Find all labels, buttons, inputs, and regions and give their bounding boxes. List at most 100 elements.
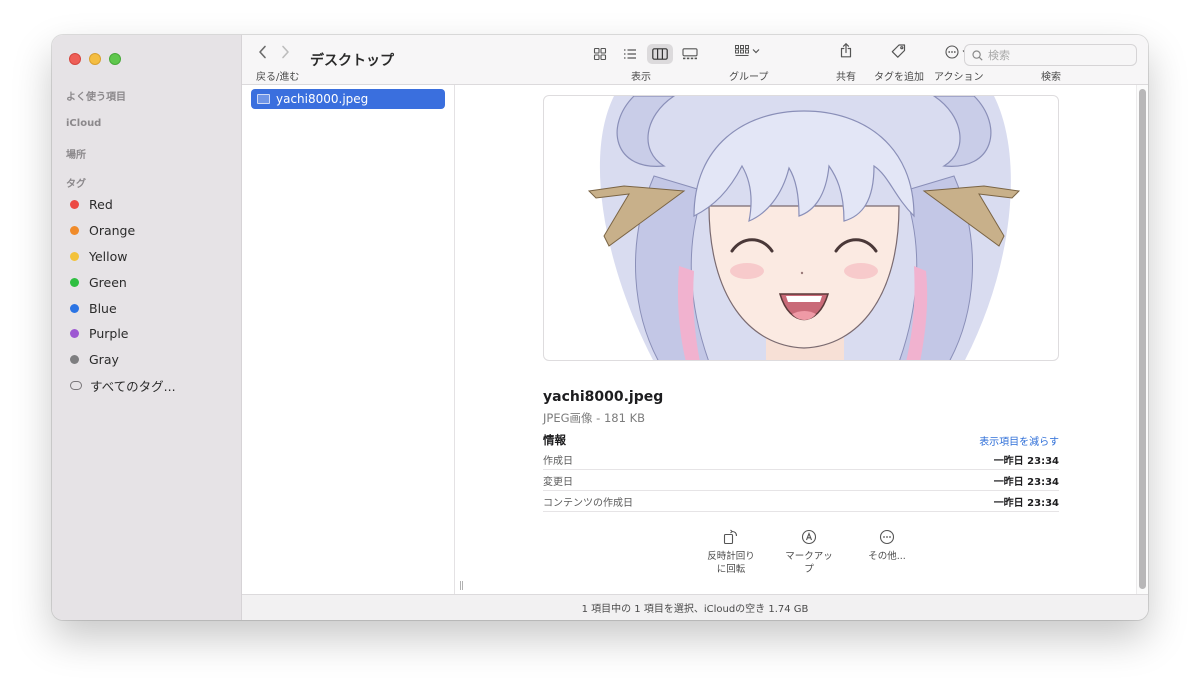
info-row-modified: 変更日 一昨日 23:34 [543, 470, 1059, 491]
tag-list: Red Orange Yellow Green Blue Purple Gray… [52, 192, 242, 398]
sidebar: よく使う項目 iCloud 場所 タグ Red Orange Yellow Gr… [52, 35, 242, 620]
yellow-tag-dot-icon [70, 251, 79, 261]
show-less-link[interactable]: 表示項目を減らす [979, 433, 1059, 448]
minimize-button[interactable] [89, 53, 101, 65]
sidebar-section-favorites[interactable]: よく使う項目 [66, 88, 126, 103]
column-resize-handle[interactable]: || [459, 581, 464, 591]
forward-button[interactable] [280, 45, 290, 62]
purple-tag-dot-icon [70, 329, 79, 339]
icon-view-button[interactable] [587, 44, 613, 64]
info-heading: 情報 [543, 433, 566, 447]
action-icon [945, 45, 959, 59]
info-key: 変更日 [543, 476, 573, 488]
tag-label: すべてのタグ... [90, 378, 176, 394]
more-icon [879, 529, 895, 545]
info-table: 作成日 一昨日 23:34 変更日 一昨日 23:34 コンテンツの作成日 一昨… [543, 449, 1059, 512]
sidebar-item-tag-green[interactable]: Green [52, 269, 242, 295]
scrollbar-thumb[interactable] [1139, 89, 1146, 589]
tag-label: Green [89, 274, 127, 290]
preview-kind: JPEG画像 - 181 KB [543, 411, 646, 425]
file-name: yachi8000.jpeg [276, 92, 369, 106]
preview-filename: yachi8000.jpeg [543, 389, 664, 405]
zoom-button[interactable] [109, 53, 121, 65]
sidebar-section-tags[interactable]: タグ [66, 175, 86, 190]
tag-icon [891, 44, 906, 58]
column-view-button[interactable] [647, 44, 673, 64]
gray-tag-dot-icon [70, 355, 79, 365]
status-bar: 1 項目中の 1 項目を選択、iCloudの空き 1.74 GB [242, 594, 1148, 620]
info-key: 作成日 [543, 455, 573, 467]
sidebar-item-tag-yellow[interactable]: Yellow [52, 244, 242, 270]
chevron-down-icon [752, 49, 760, 54]
orange-tag-dot-icon [70, 226, 79, 236]
quick-actions: 反時計回り に回転 マークアップ その他... [703, 529, 915, 576]
back-button[interactable] [258, 45, 268, 62]
markup-icon [801, 529, 817, 545]
red-tag-dot-icon [70, 200, 79, 210]
info-row-created: 作成日 一昨日 23:34 [543, 449, 1059, 470]
all-tags-icon [70, 380, 82, 390]
sidebar-item-tag-red[interactable]: Red [52, 192, 242, 218]
info-key: コンテンツの作成日 [543, 497, 633, 509]
search-input[interactable] [988, 48, 1128, 62]
action-label: アクション [934, 72, 984, 83]
tag-label: Yellow [89, 248, 128, 264]
add-tag-button[interactable] [891, 44, 906, 59]
list-view-icon [624, 49, 636, 59]
close-button[interactable] [69, 53, 81, 65]
sidebar-item-tag-blue[interactable]: Blue [52, 295, 242, 321]
file-row-selected[interactable]: yachi8000.jpeg [251, 89, 445, 109]
image-file-icon [257, 94, 270, 104]
anime-girl-illustration [587, 96, 1021, 360]
file-column: yachi8000.jpeg [242, 85, 455, 594]
gallery-view-icon [682, 48, 698, 60]
info-value: 一昨日 23:34 [993, 455, 1059, 467]
info-value: 一昨日 23:34 [993, 497, 1059, 509]
info-row-content-created: コンテンツの作成日 一昨日 23:34 [543, 491, 1059, 512]
search-field[interactable] [964, 44, 1137, 66]
list-view-button[interactable] [617, 44, 643, 64]
markup-button[interactable]: マークアップ [781, 529, 837, 576]
sidebar-item-tag-orange[interactable]: Orange [52, 218, 242, 244]
preview-scrollbar[interactable] [1136, 85, 1148, 594]
share-icon [840, 43, 852, 58]
blue-tag-dot-icon [70, 303, 79, 313]
group-button[interactable] [735, 45, 760, 57]
sidebar-item-tag-purple[interactable]: Purple [52, 321, 242, 347]
rotate-left-button[interactable]: 反時計回り に回転 [703, 529, 759, 576]
info-value: 一昨日 23:34 [993, 476, 1059, 488]
nav-buttons [258, 45, 290, 62]
action-label: その他... [868, 551, 906, 562]
group-label: グループ [729, 72, 769, 83]
window-controls [69, 53, 121, 65]
column-view-icon [652, 48, 668, 60]
view-mode-group [587, 44, 703, 64]
action-label: 反時計回り に回転 [707, 551, 755, 575]
action-label: マークアップ [785, 551, 833, 575]
image-preview[interactable] [543, 95, 1059, 361]
nav-label: 戻る/進む [256, 72, 300, 83]
gallery-view-button[interactable] [677, 44, 703, 64]
sidebar-item-all-tags[interactable]: すべてのタグ... [52, 373, 242, 399]
search-icon [972, 49, 983, 61]
finder-window: よく使う項目 iCloud 場所 タグ Red Orange Yellow Gr… [52, 35, 1148, 620]
tag-label: Blue [89, 300, 117, 316]
sidebar-section-icloud[interactable]: iCloud [66, 118, 101, 129]
status-text: 1 項目中の 1 項目を選択、iCloudの空き 1.74 GB [581, 604, 809, 615]
tag-label: Purple [89, 326, 129, 342]
tag-label: Orange [89, 223, 136, 239]
tag-label: Red [89, 197, 113, 213]
share-button[interactable] [840, 43, 852, 58]
search-label: 検索 [1041, 72, 1061, 83]
sidebar-section-locations[interactable]: 場所 [66, 146, 86, 161]
share-label: 共有 [836, 72, 856, 83]
icon-view-icon [593, 48, 607, 60]
add-tag-label: タグを追加 [874, 72, 924, 83]
rotate-left-icon [723, 529, 738, 545]
more-actions-button[interactable]: その他... [859, 529, 915, 576]
tag-label: Gray [89, 352, 119, 368]
group-icon [735, 45, 749, 57]
sidebar-item-tag-gray[interactable]: Gray [52, 347, 242, 373]
toolbar: 戻る/進む デスクトップ 表示 グループ 共有 タグを追加 アクション 検索 検… [242, 35, 1148, 85]
preview-pane: yachi8000.jpeg JPEG画像 - 181 KB 情報 表示項目を減… [468, 85, 1138, 594]
